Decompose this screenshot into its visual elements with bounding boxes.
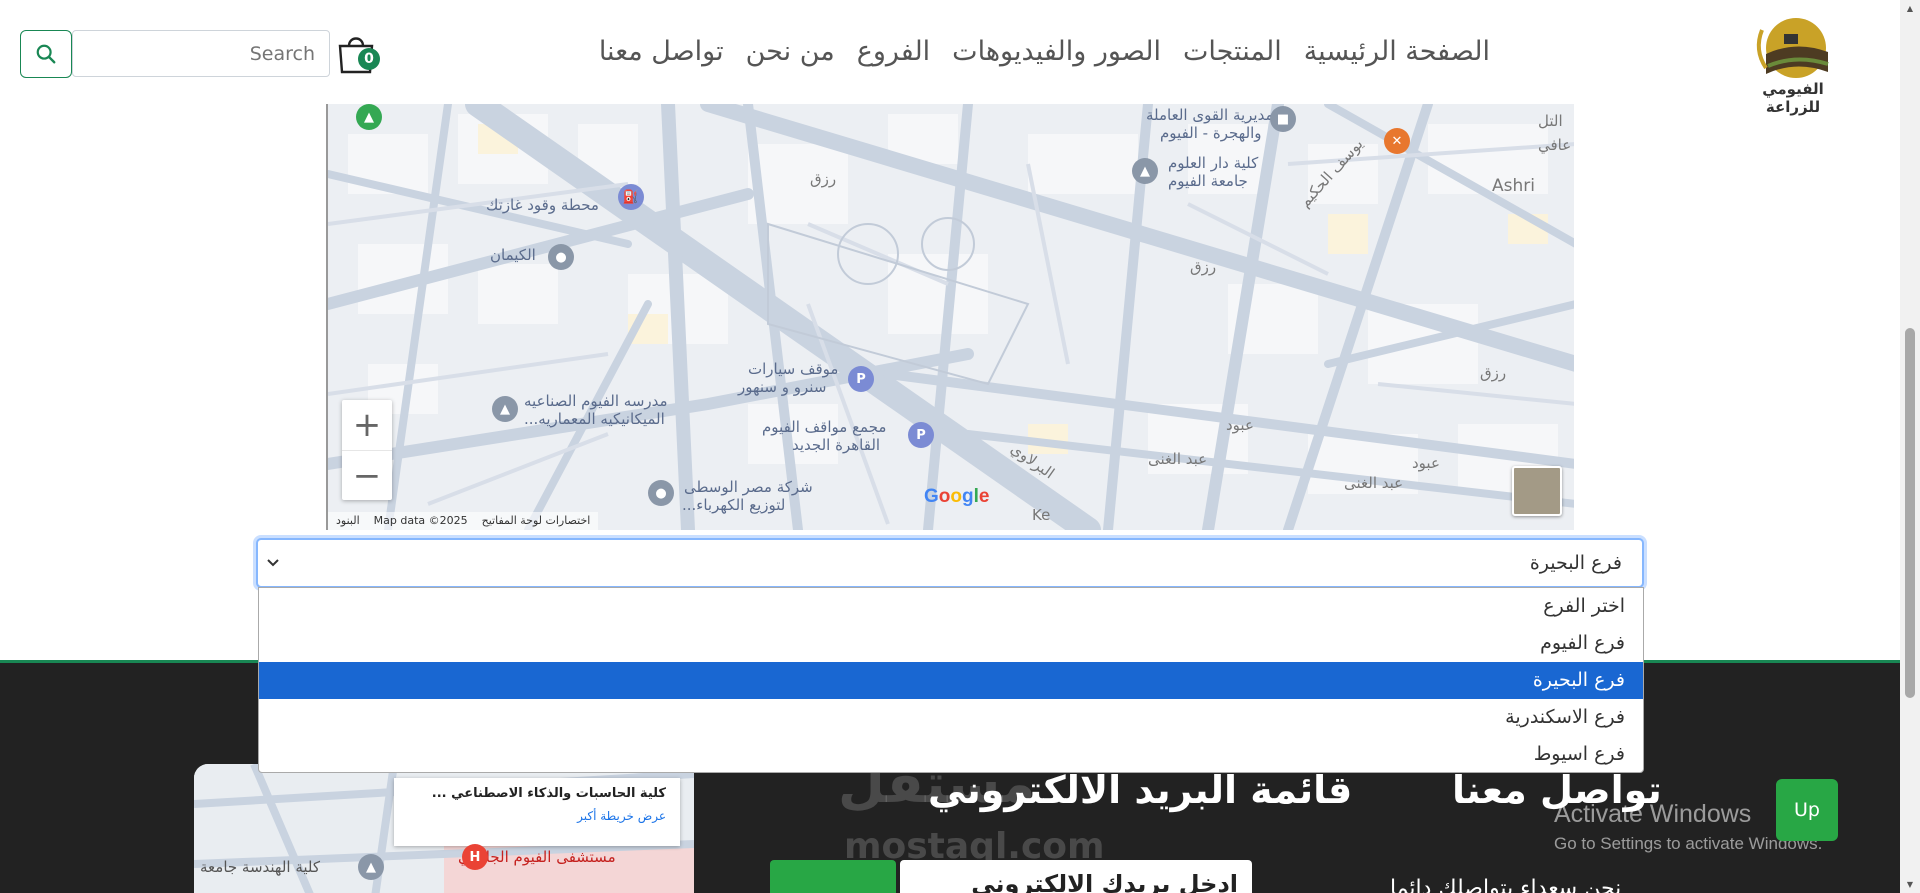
branch-option[interactable]: فرع الفيوم	[259, 625, 1643, 662]
branch-select-value: فرع البحيرة	[1529, 552, 1622, 574]
map-label: رزق	[1480, 364, 1507, 382]
hospital-pin-icon[interactable]: H	[462, 844, 488, 870]
map-shortcuts-link[interactable]: اختصارات لوحة المفاتيح	[482, 514, 591, 528]
nav-item-media[interactable]: الصور والفيديوهات	[952, 36, 1161, 67]
satellite-toggle-button[interactable]	[1512, 466, 1562, 516]
branch-option[interactable]: فرع الاسكندرية	[259, 699, 1643, 736]
branch-option[interactable]: فرع اسيوط	[259, 736, 1643, 773]
map-label: رزق	[1190, 258, 1217, 276]
footer-map-place-title: كلية الحاسبات والذكاء الاصطناعي ...	[431, 786, 666, 801]
map-label: القاهرة الجديد	[792, 436, 881, 454]
map-label: عبد الغنى	[1148, 450, 1208, 468]
map-label: كلية دار العلوم	[1168, 154, 1259, 172]
map-label: كلية الهندسة جامعة	[200, 858, 321, 876]
nav-item-contact[interactable]: تواصل معنا	[599, 36, 724, 67]
map-attribution: البنود Map data ©2025 اختصارات لوحة المف…	[328, 512, 599, 530]
map-label: رزق	[810, 170, 837, 188]
site-header: 0 الصفحة الرئيسية المنتجات الصور والفيدي…	[0, 0, 1900, 116]
branch-select[interactable]: فرع البحيرة	[256, 538, 1644, 588]
map-label: عبود	[1412, 454, 1440, 472]
subscribe-button[interactable]	[770, 860, 896, 893]
email-input[interactable]: ادخل بريدك الالكتروني	[900, 860, 1252, 893]
scrollbar-thumb[interactable]	[1905, 328, 1915, 698]
restaurant-pin-icon[interactable]: ✕	[1384, 128, 1410, 154]
branch-map[interactable]: مديرية القوى العاملة والهجرة - الفيوم كل…	[326, 104, 1574, 530]
nav-item-branches[interactable]: الفروع	[857, 36, 930, 67]
map-label: الميكانيكيه المعماريه...	[524, 410, 665, 428]
branch-option[interactable]: اختر الفرع	[259, 588, 1643, 625]
search-button[interactable]	[20, 30, 72, 78]
map-label: شركة مصر الوسطى	[684, 478, 813, 496]
chevron-down-icon	[267, 559, 279, 567]
footer-map-card: كلية الحاسبات والذكاء الاصطناعي ... عرض …	[394, 778, 680, 846]
map-label: مدرسه الفيوم الصناعيه	[524, 392, 668, 410]
scroll-up-arrow-icon[interactable]: ▲	[1905, 4, 1915, 13]
main-nav: الصفحة الرئيسية المنتجات الصور والفيديوه…	[599, 36, 1490, 67]
map-label: مجمع مواقف الفيوم	[762, 418, 887, 436]
map-label: التل	[1538, 112, 1563, 130]
map-label: لتوزيع الكهرباء...	[682, 496, 786, 514]
map-label: Ke	[1032, 506, 1051, 524]
fuel-pin-icon[interactable]: ⛽	[618, 184, 644, 210]
page-scrollbar[interactable]: ▲ ▼	[1900, 0, 1920, 893]
map-label: والهجرة - الفيوم	[1160, 124, 1262, 142]
government-pin-icon[interactable]: ■	[1270, 106, 1296, 132]
google-logo: Google	[924, 486, 990, 507]
contact-text: نحن سعداء بتواصلك دائما	[1390, 876, 1622, 893]
page: 0 الصفحة الرئيسية المنتجات الصور والفيدي…	[0, 0, 1920, 893]
zoom-in-button[interactable]: +	[342, 400, 392, 450]
footer-map[interactable]: كلية الحاسبات والذكاء الاصطناعي ... عرض …	[194, 764, 694, 893]
map-label: سنرو و سنهور	[738, 378, 827, 396]
school-pin-icon[interactable]: ▲	[358, 854, 384, 880]
map-label: محطة وقود غازتك	[486, 196, 599, 214]
map-label: موقف سيارات	[748, 360, 839, 378]
place-pin-icon[interactable]: ●	[648, 480, 674, 506]
place-pin-icon[interactable]: ●	[548, 244, 574, 270]
branch-dropdown: اختر الفرع فرع الفيوم فرع البحيرة فرع ال…	[258, 587, 1644, 773]
nav-item-home[interactable]: الصفحة الرئيسية	[1304, 36, 1490, 67]
map-label: الكيمان	[490, 246, 536, 264]
school-pin-icon[interactable]: ▲	[492, 396, 518, 422]
map-zoom-controls: + −	[342, 400, 392, 500]
nav-item-products[interactable]: المنتجات	[1183, 36, 1282, 67]
map-data-credit: Map data ©2025	[373, 514, 468, 527]
branch-option-selected[interactable]: فرع البحيرة	[259, 662, 1643, 699]
map-label: عبود	[1226, 416, 1254, 434]
view-larger-map-link[interactable]: عرض خريطة أكبر	[408, 809, 666, 823]
map-roads	[328, 104, 1574, 530]
newsletter-heading: قائمة البريد الالكتروني	[928, 768, 1353, 812]
map-label: مديرية القوى العاملة	[1146, 106, 1274, 124]
map-label: Ashri	[1492, 176, 1535, 196]
map-label: جامعة الفيوم	[1168, 172, 1248, 190]
logo-text: الفيومي للزراعة	[1762, 80, 1824, 116]
cart-count-badge: 0	[358, 48, 380, 70]
search-icon	[36, 44, 56, 64]
park-pin-icon[interactable]: ▲	[356, 104, 382, 130]
map-label: عافي	[1538, 136, 1572, 154]
nav-item-about[interactable]: من نحن	[746, 36, 835, 67]
windows-activation-title: Activate Windows	[1554, 800, 1752, 828]
parking-pin-icon[interactable]: P	[908, 422, 934, 448]
scroll-down-arrow-icon[interactable]: ▼	[1905, 880, 1915, 889]
school-pin-icon[interactable]: ▲	[1132, 158, 1158, 184]
search-input[interactable]	[72, 30, 330, 77]
scroll-up-button[interactable]: Up	[1776, 779, 1838, 841]
parking-pin-icon[interactable]: P	[848, 366, 874, 392]
zoom-out-button[interactable]: −	[342, 450, 392, 500]
map-terms-link[interactable]: البنود	[336, 514, 360, 528]
map-label: عبد الغنى	[1344, 474, 1404, 492]
